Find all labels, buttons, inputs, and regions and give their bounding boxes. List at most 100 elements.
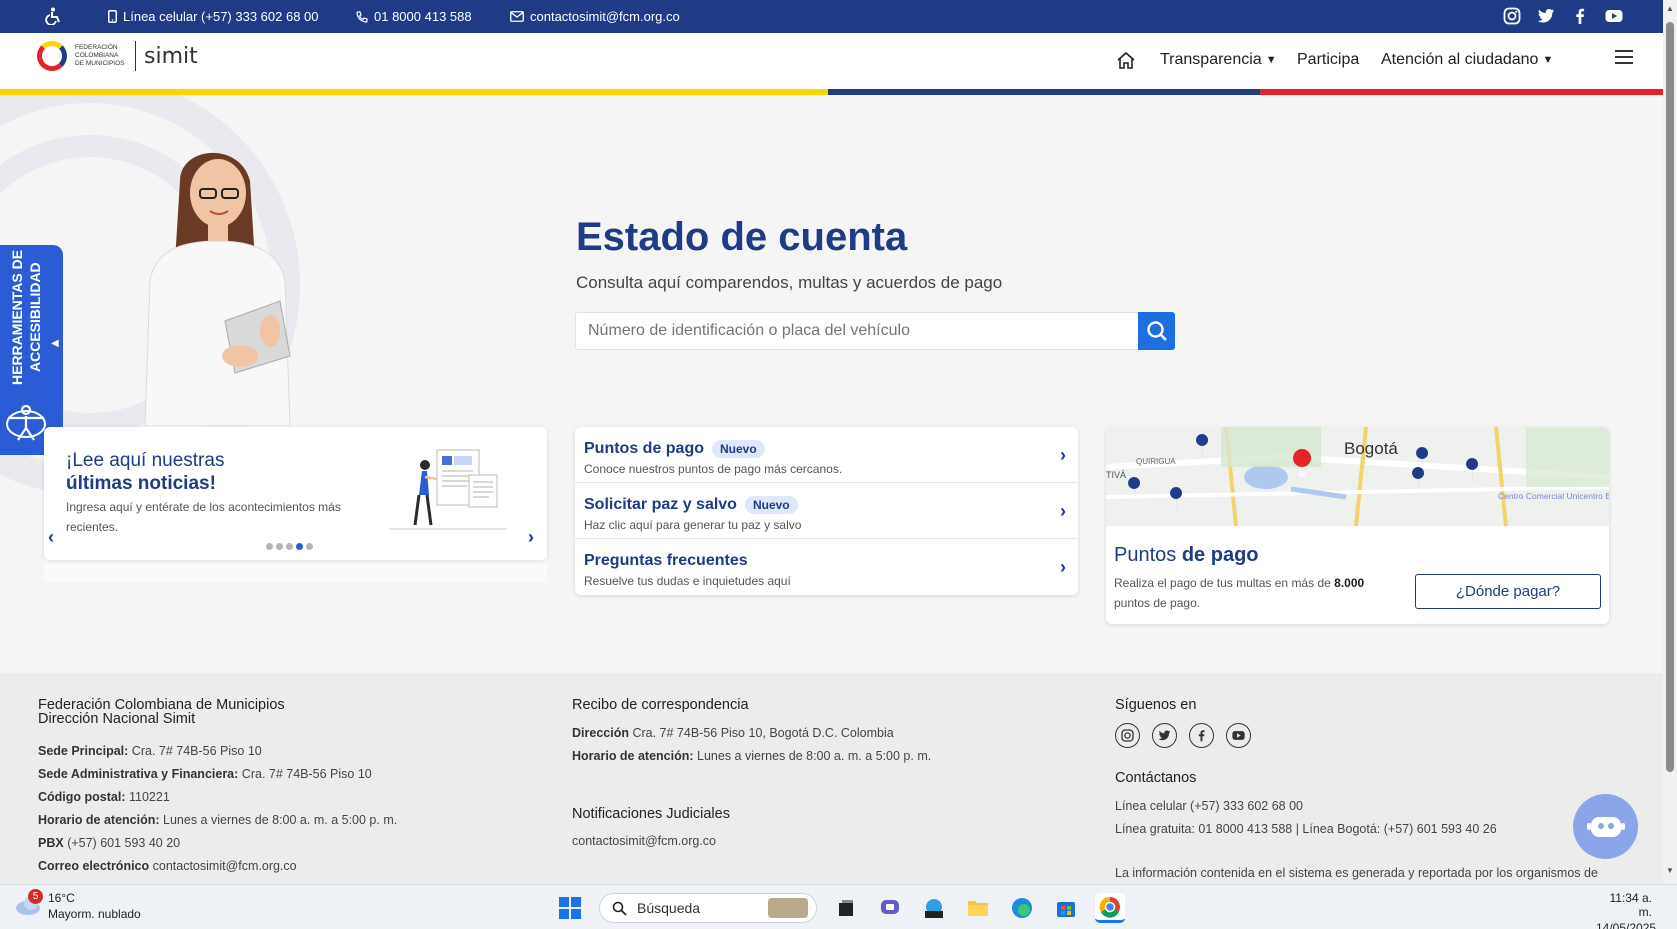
footer-notifications-title: Notificaciones Judiciales [572, 806, 730, 822]
link-preguntas-frecuentes[interactable]: Preguntas frecuentes Resuelve tus dudas … [575, 539, 1078, 595]
footer-sede: Sede Principal: Cra. 7# 74B-56 Piso 10 [38, 744, 262, 758]
clock-date: 14/05/2025 [1596, 921, 1657, 929]
home-icon[interactable] [1116, 51, 1136, 70]
link-paz-y-salvo[interactable]: Solicitar paz y salvo Nuevo Haz clic aquí… [575, 483, 1078, 539]
phone-contact[interactable]: 01 8000 413 588 [356, 9, 472, 24]
taskbar-apps: Búsqueda [555, 893, 1125, 923]
fcm-simit-logo[interactable]: FEDERACIÓN COLOMBIANA DE MUNICIPIOS simi… [37, 41, 198, 71]
search-button[interactable] [1138, 312, 1175, 350]
nav-transparencia-label: Transparencia [1160, 51, 1262, 68]
accessibility-person-icon [6, 404, 46, 441]
email-contact[interactable]: contactosimit@fcm.org.co [510, 9, 680, 24]
taskbar-search[interactable]: Búsqueda [599, 893, 817, 923]
microsoft-store-icon[interactable] [1051, 893, 1081, 923]
accessibility-tools-tab[interactable]: HERRAMIENTAS DE ACCESIBILIDAD ◀ [0, 245, 63, 455]
payment-points-map[interactable]: Bogotá QUIRIGUA TIVÁ Centro Comercial Un… [1106, 427, 1609, 526]
search-input[interactable] [576, 313, 1136, 349]
collapse-arrow-icon: ◀ [51, 338, 59, 349]
instagram-icon[interactable] [1115, 723, 1140, 748]
envelope-icon [510, 11, 524, 22]
carousel-next-arrow-icon[interactable]: › [528, 527, 534, 548]
footer-postal: Código postal: 110221 [38, 790, 170, 804]
carousel-dot[interactable] [266, 543, 273, 550]
news-description: Ingresa aquí y entérate de los acontecim… [66, 500, 341, 534]
search-icon [1146, 321, 1167, 341]
footer-contact-mobile: Línea celular (+57) 333 602 68 00 [1115, 799, 1303, 813]
nav-participa[interactable]: Participa [1297, 51, 1359, 69]
scroll-down-arrow-icon[interactable]: ▼ [1666, 866, 1674, 875]
footer-hours: Horario de atención: Lunes a viernes de … [38, 813, 398, 827]
hamburger-menu-icon[interactable] [1614, 49, 1634, 65]
carousel-dot[interactable] [286, 543, 293, 550]
carousel-prev-arrow-icon[interactable]: ‹ [48, 527, 54, 548]
search-icon [612, 901, 627, 916]
carousel-dot[interactable] [276, 543, 283, 550]
link-title: Preguntas frecuentes [584, 552, 748, 569]
carousel-dot[interactable] [306, 543, 313, 550]
phone-contact-text: 01 8000 413 588 [374, 9, 472, 24]
youtube-icon[interactable] [1605, 7, 1623, 25]
chrome-browser-icon[interactable] [1095, 893, 1125, 923]
youtube-icon[interactable] [1226, 723, 1251, 748]
payment-points-description: Realiza el pago de tus multas en más de … [1114, 576, 1365, 610]
site-footer: Federación Colombiana de Municipios Direc… [0, 673, 1663, 884]
taskbar-clock[interactable]: 11:34 a. m. 14/05/2025 [1596, 891, 1657, 929]
teams-icon[interactable] [875, 893, 905, 923]
simit-logo-text: simit [144, 43, 198, 69]
top-contact-bar: Línea celular (+57) 333 602 68 00 01 800… [0, 0, 1663, 33]
windows-taskbar: 5 16°C Mayorm. nublado Búsqueda 11:34 a.… [0, 884, 1677, 929]
instagram-icon[interactable] [1503, 7, 1521, 25]
windows-start-icon[interactable] [555, 893, 585, 923]
m365-copilot-icon[interactable] [919, 893, 949, 923]
facebook-icon[interactable] [1571, 7, 1589, 25]
weather-condition: Mayorm. nublado [48, 907, 141, 921]
payment-points-title: Puntos de pago [1114, 544, 1259, 566]
map-city-label: Bogotá [1344, 439, 1398, 458]
footer-contact-lines: Línea gratuita: 01 8000 413 588 | Línea … [1115, 822, 1497, 836]
news-title: ¡Lee aquí nuestras últimas noticias! [66, 450, 225, 494]
where-to-pay-button[interactable]: ¿Dónde pagar? [1415, 574, 1601, 609]
fcm-logo-text: FEDERACIÓN COLOMBIANA DE MUNICIPIOS [75, 44, 125, 67]
email-contact-text: contactosimit@fcm.org.co [530, 9, 680, 24]
facebook-icon[interactable] [1189, 723, 1214, 748]
footer-contact-title: Contáctanos [1115, 770, 1197, 786]
main-content: HERRAMIENTAS DE ACCESIBILIDAD ◀ Estado d… [0, 95, 1663, 673]
link-puntos-de-pago[interactable]: Puntos de pago Nuevo Conoce nuestros punt… [575, 427, 1078, 483]
robot-icon [1586, 816, 1625, 837]
chevron-right-icon: › [1060, 501, 1066, 521]
twitter-icon[interactable] [1537, 7, 1555, 25]
carousel-indicators [266, 543, 313, 550]
woman-with-tablet-image [144, 152, 291, 426]
weather-widget[interactable]: 5 [14, 889, 44, 920]
page-title: Estado de cuenta [576, 215, 908, 259]
weather-badge: 5 [28, 889, 43, 904]
footer-email: Correo electrónico contactosimit@fcm.org… [38, 859, 297, 873]
footer-pbx: PBX (+57) 601 593 40 20 [38, 836, 181, 850]
carousel-dot-active[interactable] [296, 543, 303, 550]
map-label: Centro Comercial Unicentro Bogotá [1498, 491, 1609, 501]
task-view-icon[interactable] [831, 893, 861, 923]
caret-down-icon: ▼ [1542, 54, 1554, 66]
phone-icon [356, 10, 368, 23]
accessibility-icon[interactable] [45, 7, 63, 25]
page-scrollbar[interactable]: ▲ ▼ [1663, 0, 1677, 884]
link-description: Haz clic aquí para generar tu paz y salv… [584, 518, 802, 532]
page-subtitle: Consulta aquí comparendos, multas y acue… [576, 273, 1003, 292]
news-carousel[interactable]: ¡Lee aquí nuestras últimas noticias! Ingr… [44, 427, 547, 560]
scroll-up-arrow-icon[interactable]: ▲ [1666, 4, 1674, 13]
weather-temp: 16°C [48, 891, 75, 905]
link-description: Conoce nuestros puntos de pago más cerca… [584, 462, 843, 476]
nav-transparencia[interactable]: Transparencia ▼ [1160, 51, 1277, 69]
mobile-contact[interactable]: Línea celular (+57) 333 602 68 00 [108, 9, 319, 24]
footer-correspondence-hours: Horario de atención: Lunes a viernes de … [572, 749, 932, 763]
file-explorer-icon[interactable] [963, 893, 993, 923]
footer-correspondence-address: Dirección Cra. 7# 74B-56 Piso 10, Bogotá… [572, 726, 894, 740]
footer-follow-title: Síguenos en [1115, 697, 1197, 713]
nav-atencion-ciudadano[interactable]: Atención al ciudadano ▼ [1381, 51, 1553, 69]
chatbot-button[interactable] [1573, 794, 1638, 859]
map-label: QUIRIGUA [1136, 457, 1176, 466]
footer-notifications-email[interactable]: contactosimit@fcm.org.co [572, 834, 716, 848]
scrollbar-thumb[interactable] [1666, 22, 1674, 772]
twitter-icon[interactable] [1152, 723, 1177, 748]
edge-browser-icon[interactable] [1007, 893, 1037, 923]
